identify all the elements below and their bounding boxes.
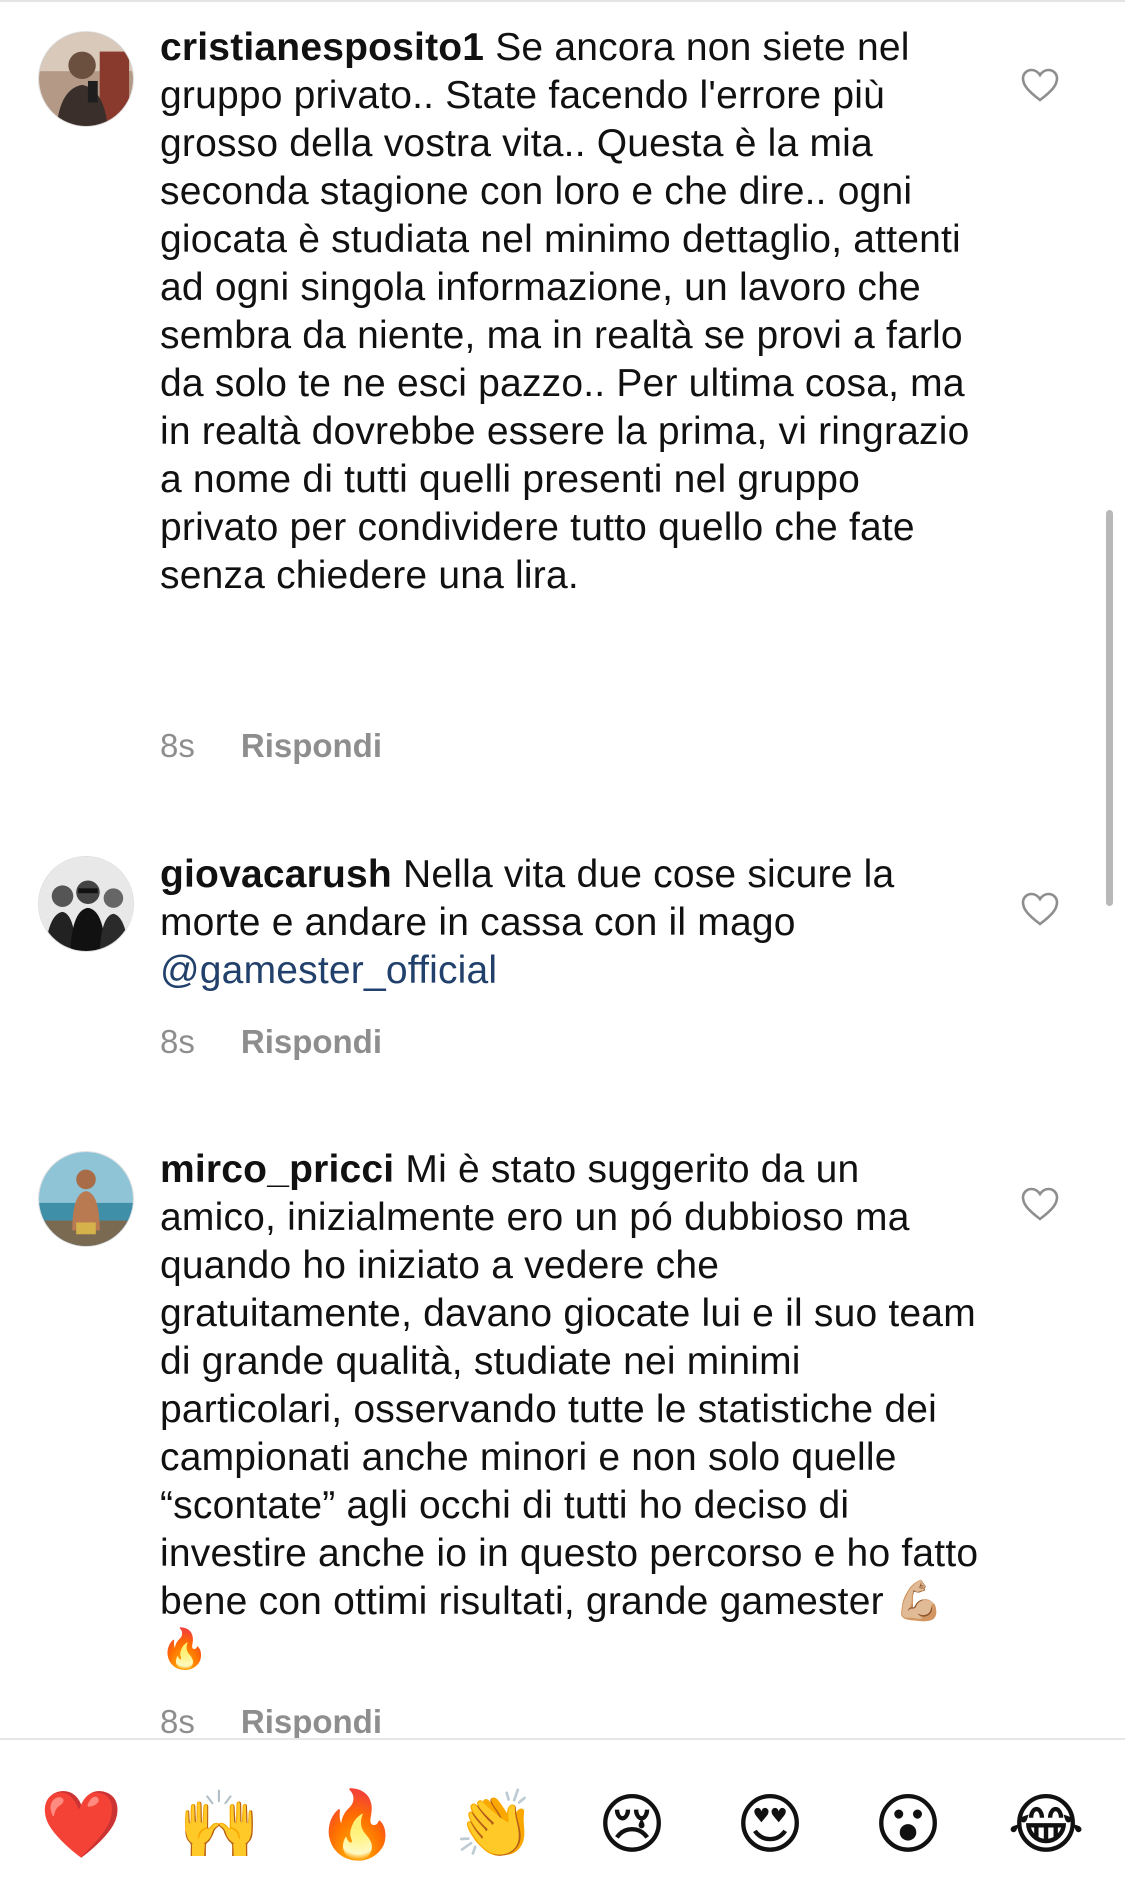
crying-face-emoji-icon[interactable]: 😢 <box>592 1785 672 1865</box>
tears-of-joy-emoji-icon[interactable]: 😂 <box>1006 1785 1086 1865</box>
comment-body: Mi è stato suggerito da un amico, inizia… <box>160 1148 979 1671</box>
comment-username[interactable]: cristianesposito1 <box>160 26 484 69</box>
reply-button[interactable]: Rispondi <box>241 1703 382 1740</box>
top-divider <box>0 0 1125 2</box>
like-icon[interactable] <box>1020 67 1060 103</box>
comment-meta: 8s Rispondi <box>160 1022 382 1062</box>
reply-button[interactable]: Rispondi <box>241 727 382 764</box>
mention-link[interactable]: @gamester_official <box>160 949 497 992</box>
avatar[interactable] <box>38 1151 134 1247</box>
avatar[interactable] <box>38 856 134 952</box>
comment-username[interactable]: giovacarush <box>160 853 392 896</box>
raised-hands-emoji-icon[interactable]: 🙌 <box>178 1785 260 1865</box>
comment-meta: 8s Rispondi <box>160 1702 382 1742</box>
comment-text: giovacarush Nella vita due cose sicure l… <box>160 851 980 995</box>
surprised-face-emoji-icon[interactable]: 😮 <box>868 1785 948 1865</box>
heart-emoji-icon[interactable]: ❤️ <box>40 1785 122 1865</box>
emoji-reaction-bar: ❤️ 🙌 🔥 👏 😢 😍 😮 😂 <box>0 1740 1125 1890</box>
heart-eyes-emoji-icon[interactable]: 😍 <box>730 1785 810 1865</box>
comment-text: cristianesposito1 Se ancora non siete ne… <box>160 24 980 600</box>
fire-emoji-icon[interactable]: 🔥 <box>316 1785 398 1865</box>
comment-meta: 8s Rispondi <box>160 726 382 766</box>
avatar[interactable] <box>38 31 134 127</box>
comment-username[interactable]: mirco_pricci <box>160 1148 394 1191</box>
comment-body: Se ancora non siete nel gruppo privato..… <box>160 26 970 597</box>
reply-button[interactable]: Rispondi <box>241 1023 382 1060</box>
comment-text: mirco_pricci Mi è stato suggerito da un … <box>160 1146 980 1674</box>
like-icon[interactable] <box>1020 891 1060 927</box>
like-icon[interactable] <box>1020 1186 1060 1222</box>
comment-time: 8s <box>160 727 195 764</box>
clapping-hands-emoji-icon[interactable]: 👏 <box>454 1785 536 1865</box>
scrollbar[interactable] <box>1106 510 1113 906</box>
comment-time: 8s <box>160 1023 195 1060</box>
comment-time: 8s <box>160 1703 195 1740</box>
